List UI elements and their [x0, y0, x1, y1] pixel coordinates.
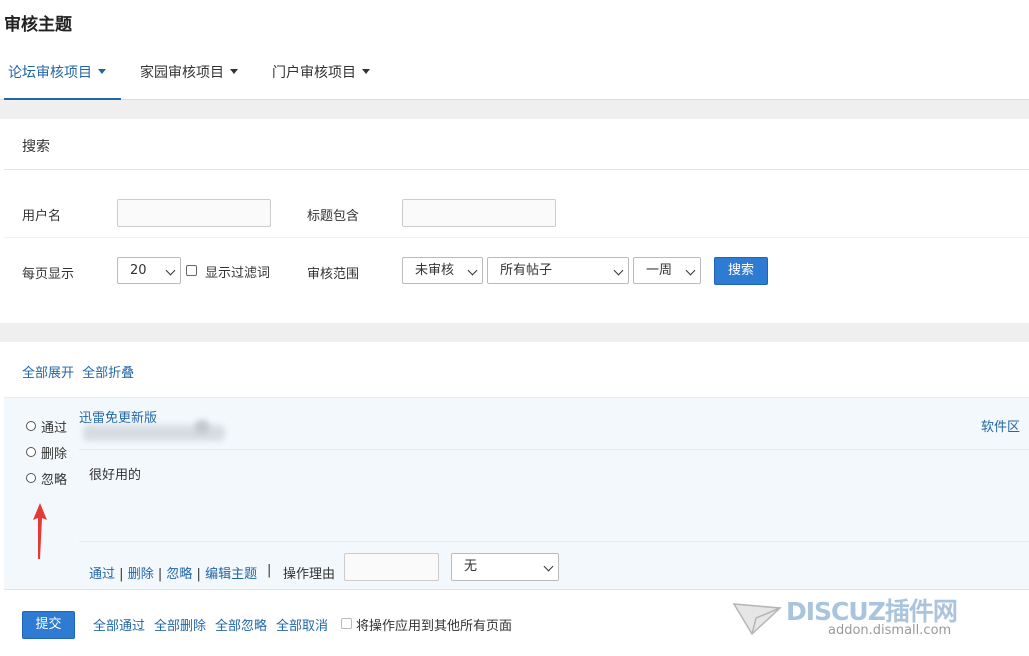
search-panel-header: 搜索: [4, 119, 1029, 170]
item-title-row: 迅雷免更新版 软件区: [79, 398, 1029, 450]
item-forum-link[interactable]: 软件区: [981, 416, 1020, 435]
separator: |: [157, 567, 163, 582]
title-contains-input[interactable]: [402, 199, 556, 227]
section-divider: [0, 323, 1029, 342]
approve-radio-label: 通过: [41, 421, 68, 436]
tab-home-review-label: 家园审核项目: [140, 65, 224, 81]
per-page-select[interactable]: 20: [117, 257, 181, 284]
reason-select[interactable]: 无: [451, 553, 559, 581]
chevron-down-icon: [467, 265, 478, 276]
per-page-value: 20: [130, 263, 147, 278]
chevron-down-icon: [98, 69, 106, 74]
ignore-radio[interactable]: [26, 473, 36, 483]
item-content: 很好用的: [89, 468, 142, 483]
item-delete-link[interactable]: 删除: [128, 567, 154, 582]
watermark: DISCUZ插件网 addon.dismall.com: [732, 592, 1022, 642]
search-button[interactable]: 搜索: [714, 257, 768, 285]
tab-forum-review[interactable]: 论坛审核项目: [4, 56, 121, 100]
tab-forum-review-label: 论坛审核项目: [8, 65, 92, 81]
username-input[interactable]: [117, 199, 271, 227]
separator: |: [267, 563, 272, 578]
submit-button[interactable]: 提交: [22, 611, 75, 639]
separator: |: [119, 567, 124, 582]
expand-collapse-links: 全部展开 全部折叠: [22, 362, 138, 381]
expand-all-link[interactable]: 全部展开: [22, 366, 74, 381]
period-value: 一周: [646, 263, 673, 278]
chevron-down-icon: [230, 69, 238, 74]
search-panel: 搜索 用户名 标题包含 每页显示 20 显示过滤词 审核范围 未审核 所有帖子 …: [4, 119, 1029, 323]
tab-portal-review[interactable]: 门户审核项目: [272, 56, 370, 100]
tab-bar: 论坛审核项目 家园审核项目 门户审核项目: [0, 56, 1029, 100]
separator: |: [196, 567, 201, 582]
delete-all-link[interactable]: 全部删除: [154, 615, 206, 634]
row-divider: [4, 237, 1029, 238]
delete-radio[interactable]: [26, 447, 36, 457]
chevron-down-icon: [685, 265, 696, 276]
show-filtered-checkbox[interactable]: [186, 265, 197, 276]
item-title-link[interactable]: 迅雷免更新版: [79, 407, 157, 426]
chevron-down-icon: [613, 265, 624, 276]
item-edit-link[interactable]: 编辑主题: [205, 567, 257, 582]
tab-home-review[interactable]: 家园审核项目: [140, 56, 238, 100]
collapse-all-link[interactable]: 全部折叠: [82, 366, 134, 381]
scope-label: 审核范围: [307, 267, 360, 282]
tab-portal-review-label: 门户审核项目: [272, 65, 356, 81]
chevron-down-icon: [165, 265, 176, 276]
status-value: 未审核: [415, 263, 455, 278]
posts-value: 所有帖子: [500, 263, 553, 278]
approve-all-link[interactable]: 全部通过: [93, 615, 145, 634]
reason-input[interactable]: [344, 553, 439, 581]
item-approve-link[interactable]: 通过: [89, 567, 115, 582]
watermark-url: addon.dismall.com: [828, 623, 952, 638]
posts-select[interactable]: 所有帖子: [487, 257, 629, 284]
cancel-all-link[interactable]: 全部取消: [276, 615, 328, 634]
apply-all-pages-checkbox[interactable]: [341, 618, 352, 629]
delete-radio-label: 删除: [41, 447, 68, 462]
period-select[interactable]: 一周: [633, 257, 701, 284]
item-action-links: 通过 | 删除 | 忽略 | 编辑主题: [89, 563, 257, 582]
ignore-all-link[interactable]: 全部忽略: [215, 615, 267, 634]
paper-plane-icon: [732, 603, 782, 636]
item-action-divider: [79, 541, 1029, 542]
apply-all-pages-label: 将操作应用到其他所有页面: [356, 619, 513, 634]
reason-label: 操作理由: [283, 567, 336, 582]
annotation-arrow-icon: [33, 503, 47, 559]
chevron-down-icon: [362, 69, 370, 74]
item-ignore-link[interactable]: 忽略: [166, 567, 192, 582]
ignore-radio-label: 忽略: [41, 473, 68, 488]
per-page-label: 每页显示: [22, 267, 75, 282]
title-contains-label: 标题包含: [307, 209, 360, 224]
section-divider: [0, 100, 1029, 119]
approve-radio[interactable]: [26, 421, 36, 431]
username-label: 用户名: [22, 209, 62, 224]
chevron-down-icon: [543, 561, 554, 572]
search-panel-title: 搜索: [22, 139, 50, 155]
blurred-avatar: [195, 420, 209, 434]
status-select[interactable]: 未审核: [402, 257, 483, 284]
review-item: 迅雷免更新版 软件区 通过 删除 忽略 很好用的 通过 | 删除 | 忽略 | …: [4, 397, 1029, 590]
page-title: 审核主题: [4, 15, 72, 35]
show-filtered-label: 显示过滤词: [205, 266, 271, 281]
reason-select-value: 无: [464, 559, 478, 574]
